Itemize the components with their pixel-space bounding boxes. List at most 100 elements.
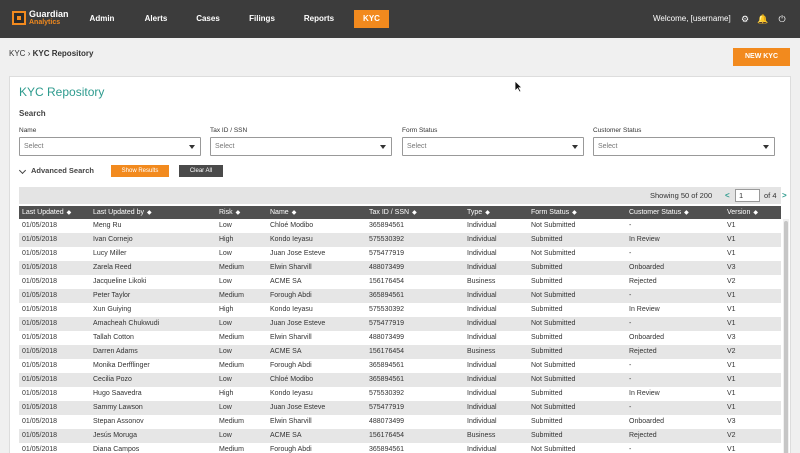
page-title: KYC Repository	[19, 85, 105, 99]
column-last-updated[interactable]: Last Updated ◆	[22, 206, 71, 220]
column-customer-status[interactable]: Customer Status ◆	[629, 206, 689, 220]
bell-icon[interactable]: 🔔	[756, 11, 770, 27]
cell-last-updated: 01/05/2018	[22, 362, 58, 369]
logo-text-line2: Analytics	[29, 19, 61, 26]
column-label: Last Updated	[22, 209, 64, 216]
table-row[interactable]: 01/05/2018 Xun Guiying High Kondo Ieyasu 575…	[19, 303, 781, 317]
cell-customer-status: -	[629, 250, 632, 257]
column-type[interactable]: Type ◆	[467, 206, 490, 220]
cell-type: Individual	[467, 334, 497, 341]
nav-admin[interactable]: Admin	[82, 10, 122, 28]
new-kyc-button[interactable]: NEW KYC	[733, 48, 790, 66]
table-row[interactable]: 01/05/2018 Lucy Miller Low Juan Jose Esteve…	[19, 247, 781, 261]
clear-all-button[interactable]: Clear All	[179, 165, 223, 177]
cell-type: Individual	[467, 306, 497, 313]
nav-alerts[interactable]: Alerts	[137, 10, 175, 28]
cell-form-status: Not Submitted	[531, 446, 576, 453]
table-row[interactable]: 01/05/2018 Tallah Cotton Medium Elwin Sharv…	[19, 331, 781, 345]
column-name[interactable]: Name ◆	[270, 206, 296, 220]
page-number-input[interactable]: 1	[735, 189, 760, 202]
nav-filings[interactable]: Filings	[241, 10, 283, 28]
name-select[interactable]: Select	[19, 137, 201, 156]
tax-id-select[interactable]: Select	[210, 137, 392, 156]
gear-icon[interactable]: ⚙	[738, 11, 752, 27]
advanced-search-toggle[interactable]: Advanced Search	[31, 166, 94, 175]
table-row[interactable]: 01/05/2018 Diana Campos Medium Forough Abdi…	[19, 443, 781, 453]
cell-name: ACME SA	[270, 432, 302, 439]
chevron-left-icon[interactable]: <	[725, 187, 730, 204]
cell-last-updated-by: Amacheah Chukwudi	[93, 320, 160, 327]
cell-customer-status: Rejected	[629, 432, 657, 439]
cell-risk: Medium	[219, 362, 244, 369]
sort-icon: ◆	[235, 210, 241, 216]
nav-cases[interactable]: Cases	[190, 10, 226, 28]
cell-name: Juan Jose Esteve	[270, 250, 326, 257]
cell-customer-status: -	[629, 362, 632, 369]
cell-form-status: Not Submitted	[531, 222, 576, 229]
chevron-down-icon[interactable]	[18, 166, 27, 175]
cell-customer-status: Rejected	[629, 348, 657, 355]
nav-kyc[interactable]: KYC	[354, 10, 389, 28]
breadcrumb-kyc[interactable]: KYC	[9, 49, 25, 58]
table-scrollbar[interactable]	[783, 219, 789, 453]
table-row[interactable]: 01/05/2018 Jacqueline Likoki Low ACME SA 156…	[19, 275, 781, 289]
cell-customer-status: In Review	[629, 306, 660, 313]
column-last-updated-by[interactable]: Last Updated by ◆	[93, 206, 152, 220]
table-row[interactable]: 01/05/2018 Zarela Reed Medium Elwin Sharvil…	[19, 261, 781, 275]
customer-status-select[interactable]: Select	[593, 137, 775, 156]
table-row[interactable]: 01/05/2018 Darren Adams Low ACME SA 15617645…	[19, 345, 781, 359]
scrollbar-thumb[interactable]	[784, 221, 788, 453]
table-row[interactable]: 01/05/2018 Peter Taylor Medium Forough Abdi…	[19, 289, 781, 303]
table-row[interactable]: 01/05/2018 Monika Derfflinger Medium Foroug…	[19, 359, 781, 373]
cell-risk: Low	[219, 320, 232, 327]
cell-form-status: Not Submitted	[531, 320, 576, 327]
cell-tax-id: 488073499	[369, 264, 405, 271]
column-risk[interactable]: Risk ◆	[219, 206, 240, 220]
name-select-placeholder: Select	[24, 143, 44, 150]
cell-type: Individual	[467, 222, 497, 229]
chevron-right-icon[interactable]: >	[782, 187, 787, 204]
column-tax-id[interactable]: Tax ID / SSN ◆	[369, 206, 417, 220]
cell-version: V1	[727, 250, 736, 257]
nav-reports[interactable]: Reports	[298, 10, 340, 28]
table-row[interactable]: 01/05/2018 Hugo Saavedra High Kondo Ieyasu 5…	[19, 387, 781, 401]
cell-last-updated: 01/05/2018	[22, 390, 58, 397]
cell-name: ACME SA	[270, 348, 302, 355]
table-row[interactable]: 01/05/2018 Stepan Assonov Medium Elwin Shar…	[19, 415, 781, 429]
column-label: Customer Status	[629, 209, 682, 216]
column-form-status[interactable]: Form Status ◆	[531, 206, 577, 220]
cell-last-updated: 01/05/2018	[22, 222, 58, 229]
table-row[interactable]: 01/05/2018 Meng Ru Low Chloé Modibo 36589456…	[19, 219, 781, 233]
cell-type: Business	[467, 432, 496, 439]
cell-customer-status: -	[629, 446, 632, 453]
cell-version: V1	[727, 222, 736, 229]
cell-form-status: Not Submitted	[531, 362, 576, 369]
column-version[interactable]: Version ◆	[727, 206, 758, 220]
tax-id-field-label: Tax ID / SSN	[210, 127, 248, 134]
cell-form-status: Not Submitted	[531, 250, 576, 257]
table-row[interactable]: 01/05/2018 Jesús Moruga Low ACME SA 15617645…	[19, 429, 781, 443]
cell-customer-status: In Review	[629, 236, 660, 243]
results-count: Showing 50 of 200	[650, 191, 713, 200]
cell-last-updated: 01/05/2018	[22, 334, 58, 341]
search-heading: Search	[19, 109, 46, 118]
cell-last-updated-by: Tallah Cotton	[93, 334, 134, 341]
guardian-analytics-logo[interactable]: Guardian Analytics	[12, 10, 70, 28]
table-row[interactable]: 01/05/2018 Cecilia Pozo Low Chloé Modibo 365…	[19, 373, 781, 387]
table-row[interactable]: 01/05/2018 Sammy Lawson Low Juan Jose Estev…	[19, 401, 781, 415]
cell-name: Elwin Sharvill	[270, 264, 312, 271]
cell-customer-status: -	[629, 320, 632, 327]
column-label: Version	[727, 209, 751, 216]
cell-form-status: Not Submitted	[531, 376, 576, 383]
cell-customer-status: Rejected	[629, 278, 657, 285]
table-row[interactable]: 01/05/2018 Ivan Cornejo High Kondo Ieyasu 57…	[19, 233, 781, 247]
cell-form-status: Submitted	[531, 348, 563, 355]
table-row[interactable]: 01/05/2018 Amacheah Chukwudi Low Juan Jose …	[19, 317, 781, 331]
form-status-select[interactable]: Select	[402, 137, 584, 156]
cell-last-updated: 01/05/2018	[22, 278, 58, 285]
cell-customer-status: -	[629, 376, 632, 383]
power-icon[interactable]: ⏻	[775, 11, 789, 27]
cell-name: Chloé Modibo	[270, 376, 314, 383]
show-results-button[interactable]: Show Results	[111, 165, 169, 177]
cell-type: Individual	[467, 264, 497, 271]
